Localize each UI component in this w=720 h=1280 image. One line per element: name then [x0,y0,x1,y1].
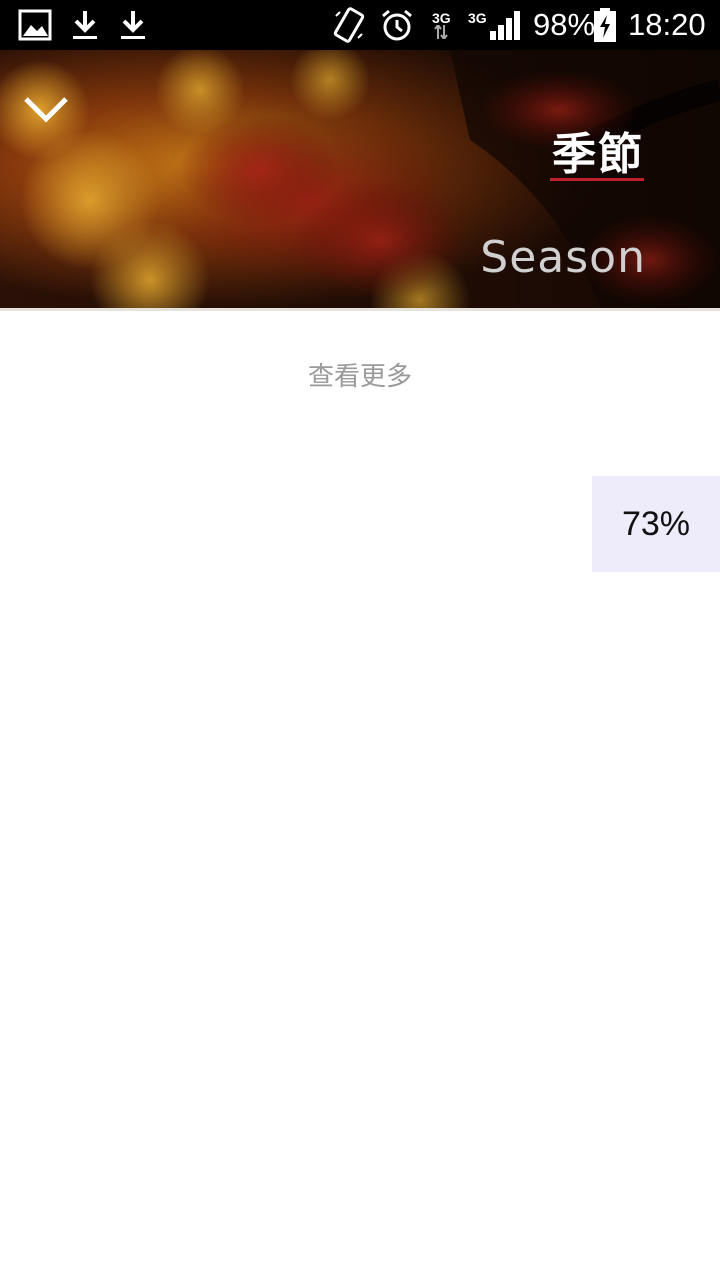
title-divider [550,178,644,181]
season-title-en: Season [480,232,646,283]
download-icon [118,0,148,50]
season-title-cn: 季節 [552,129,644,180]
vibrate-icon [332,0,366,50]
clock: 18:20 [628,7,706,42]
download-icon [70,0,100,50]
collapse-button[interactable] [14,82,78,138]
hero-banner: 季節 Season [0,50,720,308]
see-more-link[interactable]: 查看更多 [0,356,720,393]
alarm-icon [379,0,415,50]
divider [0,308,720,311]
battery-charging-icon [593,0,617,50]
battery-percent: 98% [533,7,596,42]
network-3g-icon: 3G [432,0,451,50]
progress-badge: 73% [592,476,720,572]
network-secondary-label: 3G [468,10,487,26]
status-bar: 3G 3G 98% 18:20 [0,0,720,50]
signal-icon [488,0,522,50]
gallery-icon [18,0,52,50]
network-primary-label: 3G [432,10,451,26]
chevron-down-icon [24,97,68,123]
